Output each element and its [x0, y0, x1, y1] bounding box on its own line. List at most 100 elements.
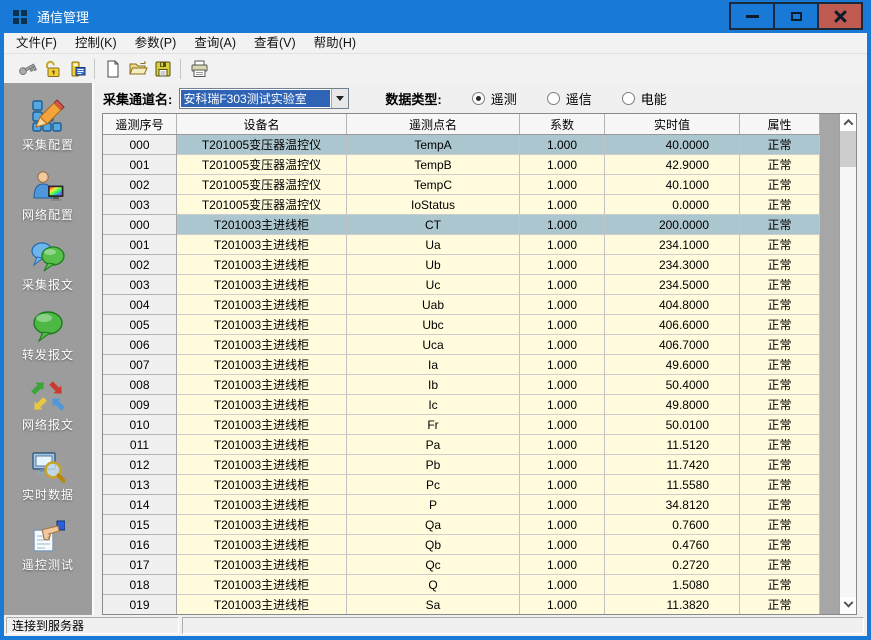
column-header-value[interactable]: 实时值: [605, 114, 740, 134]
table-row[interactable]: 001 T201005变压器温控仪 TempB 1.000 42.9000 正常: [103, 155, 820, 175]
cell-value: 11.7420: [605, 455, 740, 475]
table-row[interactable]: 000 T201003主进线柜 CT 1.000 200.0000 正常: [103, 215, 820, 235]
table-row[interactable]: 014 T201003主进线柜 P 1.000 34.8120 正常: [103, 495, 820, 515]
sidebar-item-label: 实时数据: [22, 486, 74, 503]
scroll-up-button[interactable]: [840, 114, 856, 131]
table-row[interactable]: 019 T201003主进线柜 Sa 1.000 11.3820 正常: [103, 595, 820, 615]
table-row[interactable]: 017 T201003主进线柜 Qc 1.000 0.2720 正常: [103, 555, 820, 575]
sidebar-item-forward-message[interactable]: 转发报文: [4, 301, 92, 371]
vertical-scrollbar[interactable]: [839, 114, 856, 614]
scroll-down-button[interactable]: [840, 597, 856, 614]
channel-label: 采集通道名:: [103, 89, 172, 108]
table-row[interactable]: 000 T201005变压器温控仪 TempA 1.000 40.0000 正常: [103, 135, 820, 155]
cell-status: 正常: [740, 335, 820, 355]
table-row[interactable]: 009 T201003主进线柜 Ic 1.000 49.8000 正常: [103, 395, 820, 415]
sidebar-item-realtime-data[interactable]: 实时数据: [4, 441, 92, 511]
table-row[interactable]: 004 T201003主进线柜 Uab 1.000 404.8000 正常: [103, 295, 820, 315]
sidebar-item-collect-config[interactable]: 采集配置: [4, 91, 92, 161]
cell-status: 正常: [740, 595, 820, 615]
unlock-button[interactable]: [39, 56, 64, 81]
cell-device: T201003主进线柜: [177, 555, 347, 575]
sidebar-item-network-message[interactable]: 网络报文: [4, 371, 92, 441]
cell-device: T201003主进线柜: [177, 355, 347, 375]
column-header-point[interactable]: 遥测点名: [347, 114, 520, 134]
table-row[interactable]: 008 T201003主进线柜 Ib 1.000 50.4000 正常: [103, 375, 820, 395]
table-row[interactable]: 001 T201003主进线柜 Ua 1.000 234.1000 正常: [103, 235, 820, 255]
sidebar-item-remote-test[interactable]: 遥控测试: [4, 511, 92, 581]
print-button[interactable]: [186, 56, 211, 81]
table-row[interactable]: 010 T201003主进线柜 Fr 1.000 50.0100 正常: [103, 415, 820, 435]
table-row[interactable]: 012 T201003主进线柜 Pb 1.000 11.7420 正常: [103, 455, 820, 475]
column-header-coef[interactable]: 系数: [520, 114, 605, 134]
radio-telemetry[interactable]: 遥测: [472, 89, 517, 108]
open-file-button[interactable]: [125, 56, 150, 81]
table-row[interactable]: 003 T201003主进线柜 Uc 1.000 234.5000 正常: [103, 275, 820, 295]
radio-icon: [622, 92, 635, 105]
save-button[interactable]: [150, 56, 175, 81]
table-row[interactable]: 015 T201003主进线柜 Qa 1.000 0.7600 正常: [103, 515, 820, 535]
cell-point: Ua: [347, 235, 520, 255]
save-icon: [153, 59, 173, 79]
column-header-attr[interactable]: 属性: [740, 114, 820, 134]
maximize-button[interactable]: [773, 2, 819, 30]
key-button[interactable]: [14, 56, 39, 81]
menu-item[interactable]: 文件(F): [7, 33, 66, 53]
table-row[interactable]: 013 T201003主进线柜 Pc 1.000 11.5580 正常: [103, 475, 820, 495]
cell-point: Uc: [347, 275, 520, 295]
remote-test-icon: [31, 519, 65, 553]
cell-seq: 008: [103, 375, 177, 395]
new-file-button[interactable]: [100, 56, 125, 81]
table-row[interactable]: 003 T201005变压器温控仪 IoStatus 1.000 0.0000 …: [103, 195, 820, 215]
table-row[interactable]: 006 T201003主进线柜 Uca 1.000 406.7000 正常: [103, 335, 820, 355]
table-row[interactable]: 011 T201003主进线柜 Pa 1.000 11.5120 正常: [103, 435, 820, 455]
menu-item[interactable]: 查看(V): [245, 33, 305, 53]
cell-device: T201003主进线柜: [177, 375, 347, 395]
cell-device: T201003主进线柜: [177, 335, 347, 355]
menu-item[interactable]: 控制(K): [66, 33, 126, 53]
cell-seq: 018: [103, 575, 177, 595]
cell-coef: 1.000: [520, 415, 605, 435]
sidebar-item-network-config[interactable]: 网络配置: [4, 161, 92, 231]
combobox-dropdown-button[interactable]: [331, 89, 348, 108]
column-header-seq[interactable]: 遥测序号: [103, 114, 177, 134]
menu-item[interactable]: 帮助(H): [305, 33, 365, 53]
table-row[interactable]: 002 T201005变压器温控仪 TempC 1.000 40.1000 正常: [103, 175, 820, 195]
cell-seq: 010: [103, 415, 177, 435]
menu-item[interactable]: 查询(A): [185, 33, 245, 53]
table-row[interactable]: 005 T201003主进线柜 Ubc 1.000 406.6000 正常: [103, 315, 820, 335]
cell-point: TempC: [347, 175, 520, 195]
cell-point: Pb: [347, 455, 520, 475]
table-row[interactable]: 018 T201003主进线柜 Q 1.000 1.5080 正常: [103, 575, 820, 595]
channel-combobox[interactable]: 安科瑞F303测试实验室: [179, 88, 349, 109]
cell-value: 0.0000: [605, 195, 740, 215]
cell-value: 11.5580: [605, 475, 740, 495]
minimize-button[interactable]: [729, 2, 775, 30]
cell-seq: 002: [103, 175, 177, 195]
cell-coef: 1.000: [520, 195, 605, 215]
close-button[interactable]: [817, 2, 863, 30]
table-row[interactable]: 007 T201003主进线柜 Ia 1.000 49.6000 正常: [103, 355, 820, 375]
chevron-down-icon: [336, 96, 344, 101]
table-row[interactable]: 016 T201003主进线柜 Qb 1.000 0.4760 正常: [103, 535, 820, 555]
network-config-icon: [31, 169, 65, 203]
cell-status: 正常: [740, 195, 820, 215]
cell-coef: 1.000: [520, 595, 605, 615]
column-header-device[interactable]: 设备名: [177, 114, 347, 134]
scrollbar-track[interactable]: [840, 167, 856, 597]
cell-value: 404.8000: [605, 295, 740, 315]
table-row[interactable]: 002 T201003主进线柜 Ub 1.000 234.3000 正常: [103, 255, 820, 275]
radio-icon: [547, 92, 560, 105]
cell-device: T201003主进线柜: [177, 295, 347, 315]
sidebar-item-collect-message[interactable]: 采集报文: [4, 231, 92, 301]
sidebar-item-label: 网络报文: [22, 416, 74, 433]
scrollbar-thumb[interactable]: [840, 131, 856, 167]
radio-energy[interactable]: 电能: [622, 89, 667, 108]
auth-button[interactable]: [64, 56, 89, 81]
cell-status: 正常: [740, 315, 820, 335]
cell-value: 0.2720: [605, 555, 740, 575]
menu-item[interactable]: 参数(P): [126, 33, 186, 53]
cell-seq: 003: [103, 195, 177, 215]
cell-device: T201003主进线柜: [177, 455, 347, 475]
cell-point: Ubc: [347, 315, 520, 335]
radio-telesignal[interactable]: 遥信: [547, 89, 592, 108]
